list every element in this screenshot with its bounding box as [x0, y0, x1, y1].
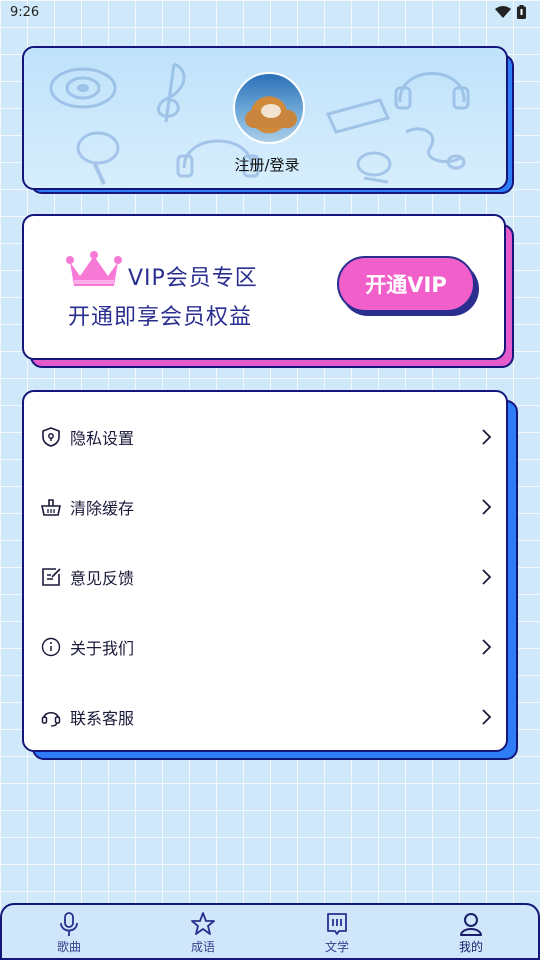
menu-item-label: 隐私设置: [70, 429, 135, 448]
tab-label: 歌曲: [56, 939, 81, 954]
tab-mine[interactable]: 我的: [404, 905, 538, 958]
menu-item-label: 联系客服: [70, 709, 135, 728]
chevron-right-icon: [482, 639, 492, 655]
wifi-icon: [495, 5, 511, 18]
menu-item-contact-support[interactable]: 联系客服: [24, 682, 506, 750]
vip-card: VIP会员专区 开通即享会员权益 开通VIP: [22, 214, 520, 372]
open-vip-button[interactable]: 开通VIP: [337, 256, 475, 312]
profile-card-body: 注册/登录: [22, 46, 508, 190]
chevron-right-icon: [482, 569, 492, 585]
tab-idioms[interactable]: 成语: [136, 905, 270, 958]
crown-icon: [66, 251, 122, 286]
microphone-icon: [60, 911, 78, 936]
vinyl-record-icon: [49, 67, 117, 109]
vip-subtitle: 开通即享会员权益: [68, 305, 253, 330]
star-icon: [191, 911, 215, 935]
vip-button-wrap: 开通VIP: [337, 256, 481, 318]
tab-literature[interactable]: 文学: [270, 905, 404, 958]
bottom-nav: 歌曲 成语 文学 我的: [0, 903, 540, 960]
tab-label: 文学: [324, 939, 349, 954]
menu-item-label: 意见反馈: [70, 569, 135, 588]
status-bar: 9:26: [0, 0, 540, 24]
menu-card-body: 隐私设置 清除缓存 意见反馈 关于我们 联系客服: [22, 390, 508, 752]
chevron-right-icon: [482, 499, 492, 515]
avatar-dog-face: [261, 104, 281, 118]
login-link[interactable]: 注册/登录: [24, 154, 506, 175]
profile-card: 注册/登录: [22, 46, 520, 200]
menu-item-clear-cache[interactable]: 清除缓存: [24, 472, 506, 542]
menu-item-about-us[interactable]: 关于我们: [24, 612, 506, 682]
settings-menu-card: 隐私设置 清除缓存 意见反馈 关于我们 联系客服: [22, 390, 520, 762]
menu-item-label: 清除缓存: [70, 499, 135, 518]
tab-label: 我的: [458, 939, 483, 954]
user-icon: [460, 912, 482, 936]
vip-card-body: VIP会员专区 开通即享会员权益 开通VIP: [22, 214, 506, 360]
avatar[interactable]: [233, 72, 305, 144]
tab-label: 成语: [190, 939, 215, 954]
vip-title: VIP会员专区: [128, 266, 258, 291]
chevron-right-icon: [482, 709, 492, 725]
status-icons: [495, 5, 526, 19]
chevron-right-icon: [482, 429, 492, 445]
tab-songs[interactable]: 歌曲: [2, 905, 136, 958]
info-icon: [41, 637, 61, 657]
basket-icon: [41, 499, 61, 516]
headset-icon: [41, 711, 61, 727]
keyboard-doodle-icon: [325, 98, 391, 134]
status-time: 9:26: [10, 4, 40, 20]
menu-item-label: 关于我们: [70, 639, 135, 658]
book-icon: [327, 912, 347, 935]
treble-clef-icon: [157, 62, 186, 123]
battery-icon: [517, 5, 526, 19]
shield-icon: [42, 427, 60, 447]
menu-item-feedback[interactable]: 意见反馈: [24, 542, 506, 612]
menu-item-privacy-settings[interactable]: 隐私设置: [24, 402, 506, 472]
edit-icon: [42, 568, 61, 586]
headphones-doodle-icon-2: [394, 72, 470, 110]
